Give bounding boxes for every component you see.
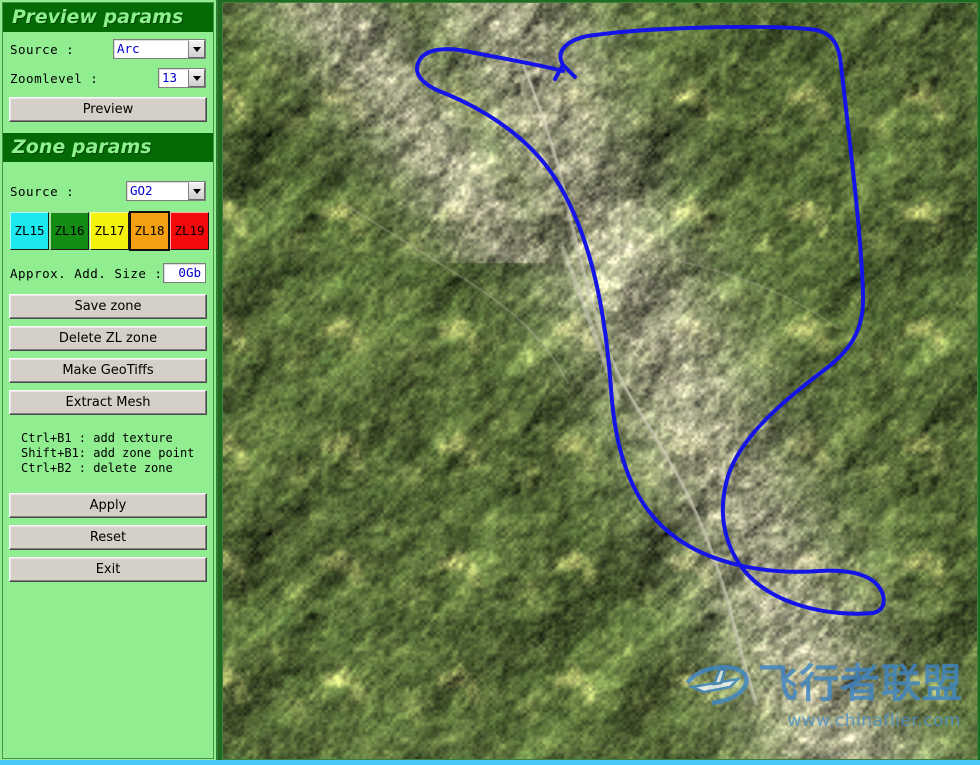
- panel-inner: Preview params Source : Arc Zoomlevel : …: [2, 2, 214, 759]
- zone-source-select[interactable]: GO2: [126, 181, 206, 201]
- preview-source-row: Source : Arc: [3, 37, 213, 61]
- preview-zoomlevel-select[interactable]: 13: [158, 68, 206, 88]
- preview-zoomlevel-label: Zoomlevel :: [10, 70, 99, 86]
- extract-mesh[interactable]: Extract Mesh: [9, 390, 207, 415]
- preview-source-select[interactable]: Arc: [113, 39, 206, 59]
- zone-params-header: Zone params: [3, 133, 213, 162]
- delete-zl-zone[interactable]: Delete ZL zone: [9, 326, 207, 351]
- make-geotiffs[interactable]: Make GeoTiffs: [9, 358, 207, 383]
- map-viewport[interactable]: 飞行者联盟 www.chinaflier.com: [222, 2, 978, 760]
- left-control-panel: Preview params Source : Arc Zoomlevel : …: [0, 0, 218, 765]
- preview-params-header: Preview params: [3, 3, 213, 32]
- chevron-down-icon[interactable]: [188, 69, 205, 87]
- zl-button-zl16[interactable]: ZL16: [50, 212, 89, 250]
- preview-button[interactable]: Preview: [9, 97, 207, 122]
- apply[interactable]: Apply: [9, 493, 207, 518]
- zone-source-row: Source : GO2: [3, 179, 213, 203]
- approx-size-label: Approx. Add. Size :: [10, 265, 163, 281]
- zone-boundary-path[interactable]: [415, 25, 886, 616]
- preview-zoomlevel-value: 13: [162, 70, 178, 85]
- zone-action-buttons: Save zone Delete ZL zone Make GeoTiffs Extr…: [3, 294, 213, 415]
- zoom-level-button-strip: ZL15 ZL16 ZL17 ZL18 ZL19: [10, 211, 210, 251]
- zl-button-zl19[interactable]: ZL19: [170, 212, 209, 250]
- zl-button-zl15[interactable]: ZL15: [10, 212, 49, 250]
- zl-button-zl17[interactable]: ZL17: [90, 212, 129, 250]
- preview-zoomlevel-row: Zoomlevel : 13: [3, 66, 213, 90]
- reset[interactable]: Reset: [9, 525, 207, 550]
- application-window: Preview params Source : Arc Zoomlevel : …: [0, 0, 980, 765]
- exit[interactable]: Exit: [9, 557, 207, 582]
- zone-source-value: GO2: [130, 183, 153, 198]
- chevron-down-icon[interactable]: [188, 182, 205, 200]
- approx-size-row: Approx. Add. Size : 0Gb: [3, 261, 213, 285]
- footer-action-buttons: Apply Reset Exit: [3, 493, 213, 582]
- window-bottom-strip: [0, 760, 980, 765]
- save-zone[interactable]: Save zone: [9, 294, 207, 319]
- keyboard-shortcut-hints: Ctrl+B1 : add texture Shift+B1: add zone…: [21, 431, 195, 475]
- approx-size-value: 0Gb: [162, 263, 206, 283]
- zone-source-label: Source :: [10, 183, 75, 199]
- preview-source-label: Source :: [10, 41, 75, 57]
- preview-source-value: Arc: [117, 41, 140, 56]
- chevron-down-icon[interactable]: [188, 40, 205, 58]
- zl-button-zl18[interactable]: ZL18: [129, 211, 170, 251]
- zone-polygon-overlay[interactable]: [223, 3, 978, 760]
